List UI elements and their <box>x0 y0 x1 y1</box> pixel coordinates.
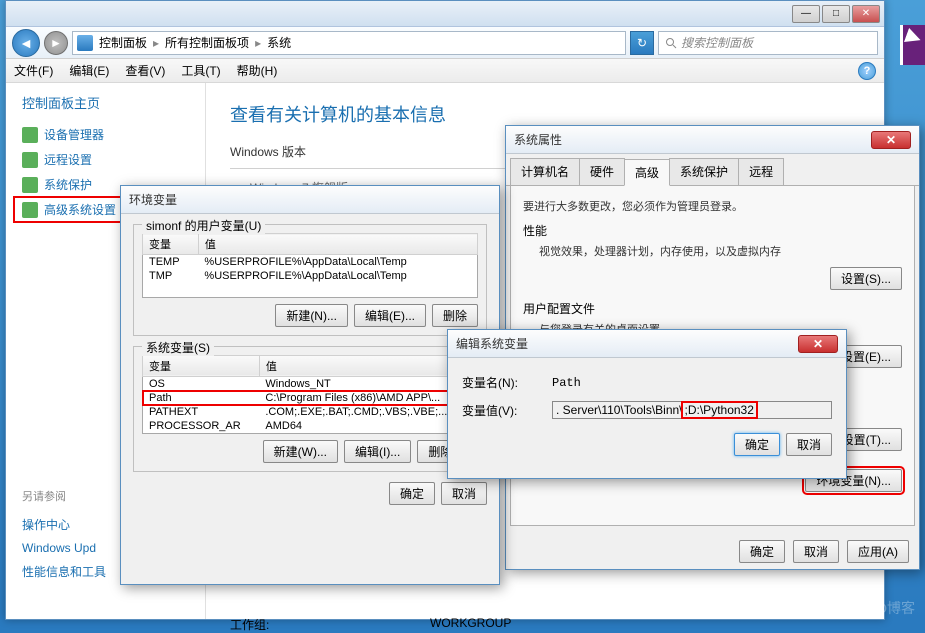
new-button[interactable]: 新建(N)... <box>275 304 348 327</box>
breadcrumb-item[interactable]: 控制面板 <box>99 34 147 51</box>
table-row[interactable]: PATHEXT.COM;.EXE;.BAT;.CMD;.VBS;.VBE;... <box>143 405 478 419</box>
close-button[interactable]: ✕ <box>871 131 911 149</box>
intro-text: 要进行大多数更改，您必须作为管理员登录。 <box>523 198 902 214</box>
delete-button[interactable]: 删除 <box>432 304 478 327</box>
tab-advanced[interactable]: 高级 <box>624 159 670 186</box>
dialog-title: 编辑系统变量 ✕ <box>448 330 846 358</box>
table-row[interactable]: TMP%USERPROFILE%\AppData\Local\Temp <box>143 269 478 283</box>
settings-button-s[interactable]: 设置(S)... <box>830 267 902 290</box>
user-variables-group: simonf 的用户变量(U) 变量值 TEMP%USERPROFILE%\Ap… <box>133 224 487 336</box>
sidebar-remote-settings[interactable]: 远程设置 <box>14 147 197 172</box>
address-bar[interactable]: 控制面板 ▸ 所有控制面板项 ▸ 系统 <box>72 31 626 55</box>
sys-group-legend: 系统变量(S) <box>142 339 214 356</box>
breadcrumb-item[interactable]: 所有控制面板项 <box>165 34 249 51</box>
user-group-legend: simonf 的用户变量(U) <box>142 217 265 234</box>
sidebar-title[interactable]: 控制面板主页 <box>14 93 197 112</box>
back-button[interactable]: ◄ <box>12 29 40 57</box>
cancel-button[interactable]: 取消 <box>441 482 487 505</box>
ok-button[interactable]: 确定 <box>734 433 780 456</box>
maximize-button[interactable]: □ <box>822 5 850 23</box>
cancel-button[interactable]: 取消 <box>793 540 839 563</box>
shield-icon <box>22 177 38 193</box>
new-button[interactable]: 新建(W)... <box>263 440 338 463</box>
table-row[interactable]: OSWindows_NT <box>143 376 478 391</box>
environment-variables-dialog: 环境变量 simonf 的用户变量(U) 变量值 TEMP%USERPROFIL… <box>120 185 500 585</box>
help-icon[interactable]: ? <box>858 62 876 80</box>
tab-remote[interactable]: 远程 <box>738 158 784 185</box>
search-placeholder: 搜索控制面板 <box>681 34 753 51</box>
performance-desc: 视觉效果，处理器计划，内存使用，以及虚拟内存 <box>523 243 902 259</box>
refresh-button[interactable]: ↻ <box>630 31 654 55</box>
table-row-path[interactable]: PathC:\Program Files (x86)\AMD APP\... <box>143 391 478 405</box>
appended-path: ;D:\Python32 <box>683 403 756 417</box>
tab-computer-name[interactable]: 计算机名 <box>510 158 580 185</box>
variable-name-value[interactable]: Path <box>552 376 581 390</box>
system-variables-table[interactable]: 变量值 OSWindows_NT PathC:\Program Files (x… <box>142 355 478 434</box>
page-heading: 查看有关计算机的基本信息 <box>230 101 860 127</box>
search-icon <box>665 37 677 49</box>
apply-button[interactable]: 应用(A) <box>847 540 909 563</box>
dialog-title: 系统属性 ✕ <box>506 126 919 154</box>
forward-button[interactable]: ► <box>44 31 68 55</box>
system-variables-group: 系统变量(S) 变量值 OSWindows_NT PathC:\Program … <box>133 346 487 472</box>
ok-button[interactable]: 确定 <box>389 482 435 505</box>
edit-button[interactable]: 编辑(I)... <box>344 440 411 463</box>
performance-title: 性能 <box>523 222 902 239</box>
variable-name-label: 变量名(N): <box>462 374 552 391</box>
cancel-button[interactable]: 取消 <box>786 433 832 456</box>
menu-edit[interactable]: 编辑(E) <box>69 62 109 79</box>
table-row[interactable]: PROCESSOR_ARAMD64 <box>143 419 478 434</box>
nav-bar: ◄ ► 控制面板 ▸ 所有控制面板项 ▸ 系统 ↻ 搜索控制面板 <box>6 27 884 59</box>
search-input[interactable]: 搜索控制面板 <box>658 31 878 55</box>
sidebar-device-manager[interactable]: 设备管理器 <box>14 122 197 147</box>
workgroup-value: WORKGROUP <box>430 616 511 633</box>
userprofile-title: 用户配置文件 <box>523 300 902 317</box>
control-panel-icon <box>77 35 93 51</box>
minimize-button[interactable]: — <box>792 5 820 23</box>
shield-icon <box>22 127 38 143</box>
visual-studio-icon <box>900 25 925 65</box>
tab-bar: 计算机名 硬件 高级 系统保护 远程 <box>506 154 919 186</box>
close-button[interactable]: ✕ <box>798 335 838 353</box>
ok-button[interactable]: 确定 <box>739 540 785 563</box>
watermark: @51CTO博客 <box>828 598 915 618</box>
table-row[interactable]: TEMP%USERPROFILE%\AppData\Local\Temp <box>143 255 478 270</box>
menu-file[interactable]: 文件(F) <box>14 62 53 79</box>
titlebar: — □ ✕ <box>6 1 884 27</box>
menu-view[interactable]: 查看(V) <box>125 62 165 79</box>
close-button[interactable]: ✕ <box>852 5 880 23</box>
menu-help[interactable]: 帮助(H) <box>237 62 278 79</box>
shield-icon <box>22 152 38 168</box>
dialog-title: 环境变量 <box>121 186 499 214</box>
chevron-right-icon: ▸ <box>255 36 261 50</box>
workgroup-label: 工作组: <box>230 616 430 633</box>
variable-value-input[interactable]: . Server\110\Tools\Binn\;D:\Python32 <box>552 401 832 419</box>
edit-button[interactable]: 编辑(E)... <box>354 304 426 327</box>
chevron-right-icon: ▸ <box>153 36 159 50</box>
tab-hardware[interactable]: 硬件 <box>579 158 625 185</box>
user-variables-table[interactable]: 变量值 TEMP%USERPROFILE%\AppData\Local\Temp… <box>142 233 478 298</box>
tab-system-protection[interactable]: 系统保护 <box>669 158 739 185</box>
breadcrumb-item[interactable]: 系统 <box>267 34 291 51</box>
edit-system-variable-dialog: 编辑系统变量 ✕ 变量名(N): Path 变量值(V): . Server\1… <box>447 329 847 479</box>
variable-value-label: 变量值(V): <box>462 402 552 419</box>
menu-bar: 文件(F) 编辑(E) 查看(V) 工具(T) 帮助(H) ? <box>6 59 884 83</box>
menu-tools[interactable]: 工具(T) <box>181 62 220 79</box>
shield-icon <box>22 202 38 218</box>
